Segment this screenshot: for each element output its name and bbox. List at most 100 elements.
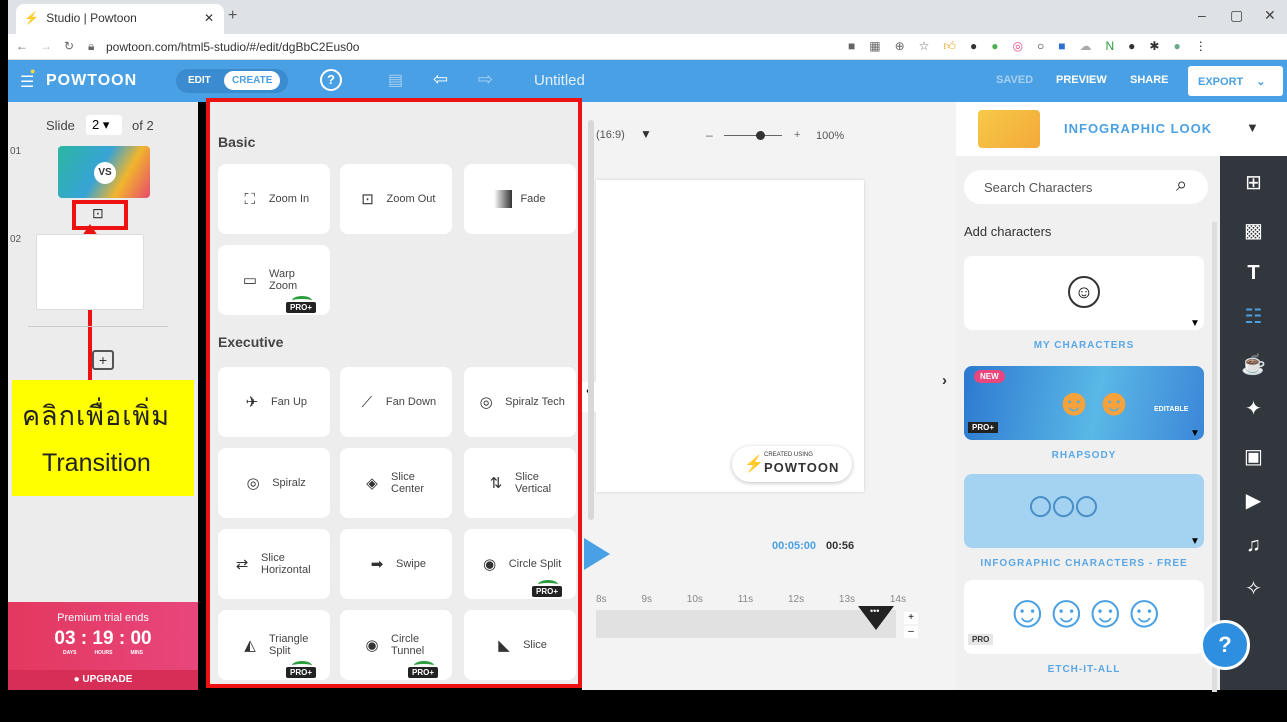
extension-cloud-icon[interactable]: ☁ [1079, 39, 1091, 54]
slide-selector[interactable]: 2 ▾ [86, 115, 122, 135]
annotation-line-1: คลิกเพื่อเพิ่ม [22, 401, 171, 431]
extensions-puzzle-icon[interactable]: ✱ [1149, 39, 1159, 54]
browser-menu-icon[interactable]: ⋮ [1195, 39, 1207, 54]
zoom-page-icon[interactable]: ⊕ [895, 39, 905, 54]
transition-slice-vertical[interactable]: ⇅ Slice Vertical [464, 448, 576, 518]
transition-circle-split[interactable]: ◉ Circle Split PRO+ [464, 529, 576, 599]
transition-button[interactable]: ⊡ [92, 205, 104, 222]
transition-spiralz-tech[interactable]: ◎ Spiralz Tech [464, 367, 576, 437]
project-title[interactable]: Untitled [534, 72, 585, 89]
hours-label: HOURS [94, 650, 113, 656]
image-icon[interactable]: ▣ [1220, 444, 1287, 469]
music-icon[interactable]: ♫ [1220, 534, 1287, 557]
minimize-button[interactable]: – [1198, 7, 1206, 23]
extension-leaf-icon[interactable]: ● [991, 39, 998, 54]
extension-s-icon[interactable]: ● [970, 39, 977, 54]
transition-swipe[interactable]: ➡ Swipe [340, 529, 452, 599]
tab-close-icon[interactable]: ✕ [204, 11, 214, 25]
background-icon[interactable]: ▩ [1220, 218, 1287, 243]
create-mode-button[interactable]: CREATE [224, 71, 281, 90]
transition-slice-center[interactable]: ◈ Slice Center [340, 448, 452, 518]
zoom-out-button[interactable]: – [706, 128, 713, 142]
video-icon[interactable]: ▶ [1220, 488, 1287, 513]
translate-icon[interactable]: ▦ [869, 39, 880, 54]
transition-triangle-split[interactable]: ◭ Triangle Split PRO+ [218, 610, 330, 680]
transition-circle-tunnel[interactable]: ◉ Circle Tunnel PRO+ [340, 610, 452, 680]
style-selector[interactable]: INFOGRAPHIC LOOK ▼ [956, 102, 1287, 156]
close-window-button[interactable]: ✕ [1264, 7, 1276, 24]
powtoon-logo[interactable]: POWTOON [46, 72, 137, 90]
bookmark-star-icon[interactable]: ☆ [919, 39, 930, 54]
tick-label: 14s [889, 594, 906, 605]
forward-icon[interactable]: → [40, 39, 52, 53]
floating-help-button[interactable]: ? [1200, 620, 1250, 670]
extension-n-icon[interactable]: N [1105, 39, 1114, 54]
card-menu-icon[interactable]: ▼ [1190, 318, 1200, 329]
zoom-in-button[interactable]: + [794, 129, 800, 141]
profile-avatar[interactable]: ● [1173, 39, 1180, 54]
transition-warp-zoom[interactable]: ▭ Warp Zoom PRO+ [218, 245, 330, 315]
help-button[interactable]: ? [320, 69, 342, 91]
shapes-icon[interactable]: ✦ [1220, 396, 1287, 421]
video-icon[interactable]: ■ [848, 39, 855, 54]
browser-tab[interactable]: ⚡ Studio | Powtoon ✕ [16, 4, 224, 34]
preview-button[interactable]: PREVIEW [1056, 74, 1107, 86]
share-button[interactable]: SHARE [1130, 74, 1169, 86]
play-button[interactable] [584, 538, 610, 570]
transition-zoom-out[interactable]: ⊡ Zoom Out [340, 164, 452, 234]
url-field[interactable]: powtoon.com/html5-studio/#/edit/dgBbC2Eu… [106, 40, 359, 54]
aspect-ratio[interactable]: (16:9) [596, 129, 625, 141]
export-button[interactable]: EXPORT ⌄ [1188, 66, 1283, 96]
etch-it-all-card[interactable]: ☺☺☺☺ PRO [964, 580, 1204, 654]
ratio-dropdown-icon[interactable]: ▼ [640, 127, 652, 141]
extension-o-icon[interactable]: ○ [1037, 39, 1044, 54]
infographic-characters-card[interactable]: ○○○ ▼ [964, 474, 1204, 548]
extension-like-icon[interactable]: 👍︎ [943, 39, 956, 54]
slide-label: Slide [46, 118, 75, 133]
card-menu-icon[interactable]: ▼ [1190, 428, 1200, 439]
search-characters-field[interactable]: Search Characters ⌕ [964, 170, 1208, 204]
maximize-button[interactable]: ▢ [1230, 7, 1243, 24]
panel-scrollbar[interactable] [588, 120, 594, 520]
timeline-zoom-out[interactable]: – [904, 626, 918, 638]
zoom-slider-handle[interactable] [756, 131, 765, 140]
search-icon[interactable]: ⌕ [1176, 174, 1187, 197]
style-dropdown-icon[interactable]: ▼ [1246, 120, 1259, 135]
edit-mode-button[interactable]: EDIT [180, 71, 219, 90]
expand-panel-icon[interactable]: › [942, 372, 947, 389]
slide-thumbnail-1[interactable]: VS [58, 146, 150, 198]
upgrade-button[interactable]: ● UPGRADE [8, 670, 198, 690]
card-menu-icon[interactable]: ▼ [1190, 536, 1200, 547]
characters-icon[interactable]: ☷ [1220, 304, 1287, 329]
text-icon[interactable]: T [1220, 262, 1287, 285]
add-slide-button[interactable]: + [92, 350, 114, 370]
transition-fade[interactable]: Fade [464, 164, 576, 234]
transition-zoom-in[interactable]: ⛶ Zoom In [218, 164, 330, 234]
transition-spiralz[interactable]: ◎ Spiralz [218, 448, 330, 518]
upgrade-label: UPGRADE [82, 674, 133, 685]
new-tab-button[interactable]: + [228, 7, 237, 25]
transition-panel: Basic ⛶ Zoom In ⊡ Zoom Out Fade ▭ Warp Zoom… [206, 98, 594, 688]
extension-swirl-icon[interactable]: ◎ [1012, 39, 1022, 54]
back-icon[interactable]: ← [16, 39, 28, 53]
zoom-slider-track[interactable] [724, 135, 782, 136]
slide-thumbnail-2[interactable] [36, 234, 144, 310]
props-icon[interactable]: ☕ [1220, 352, 1287, 377]
slide-canvas[interactable]: ⚡ CREATED USING POWTOON [596, 180, 864, 492]
redo-icon[interactable]: ⇨ [478, 69, 493, 90]
transition-fan-down[interactable]: ⟋ Fan Down [340, 367, 452, 437]
timeline-track[interactable] [596, 610, 896, 638]
extension-chat-icon[interactable]: ■ [1058, 39, 1065, 54]
transition-slice[interactable]: ◣ Slice [464, 610, 576, 680]
undo-icon[interactable]: ⇦ [433, 69, 448, 90]
extension-r-icon[interactable]: ● [1128, 39, 1135, 54]
timeline-zoom-in[interactable]: + [904, 612, 918, 624]
transitions-icon[interactable]: ✧ [1220, 576, 1287, 601]
transition-slice-horizontal[interactable]: ⇄ Slice Horizontal [218, 529, 330, 599]
layout-icon[interactable]: ⊞ [1220, 170, 1287, 195]
notes-icon[interactable]: ▤ [388, 70, 403, 90]
my-characters-card[interactable]: ☺ ▼ [964, 256, 1204, 330]
rhapsody-card[interactable]: NEW ☻☻ EDITABLE PRO+ ▼ [964, 366, 1204, 440]
transition-fan-up[interactable]: ✈ Fan Up [218, 367, 330, 437]
reload-icon[interactable]: ↻ [64, 39, 74, 53]
